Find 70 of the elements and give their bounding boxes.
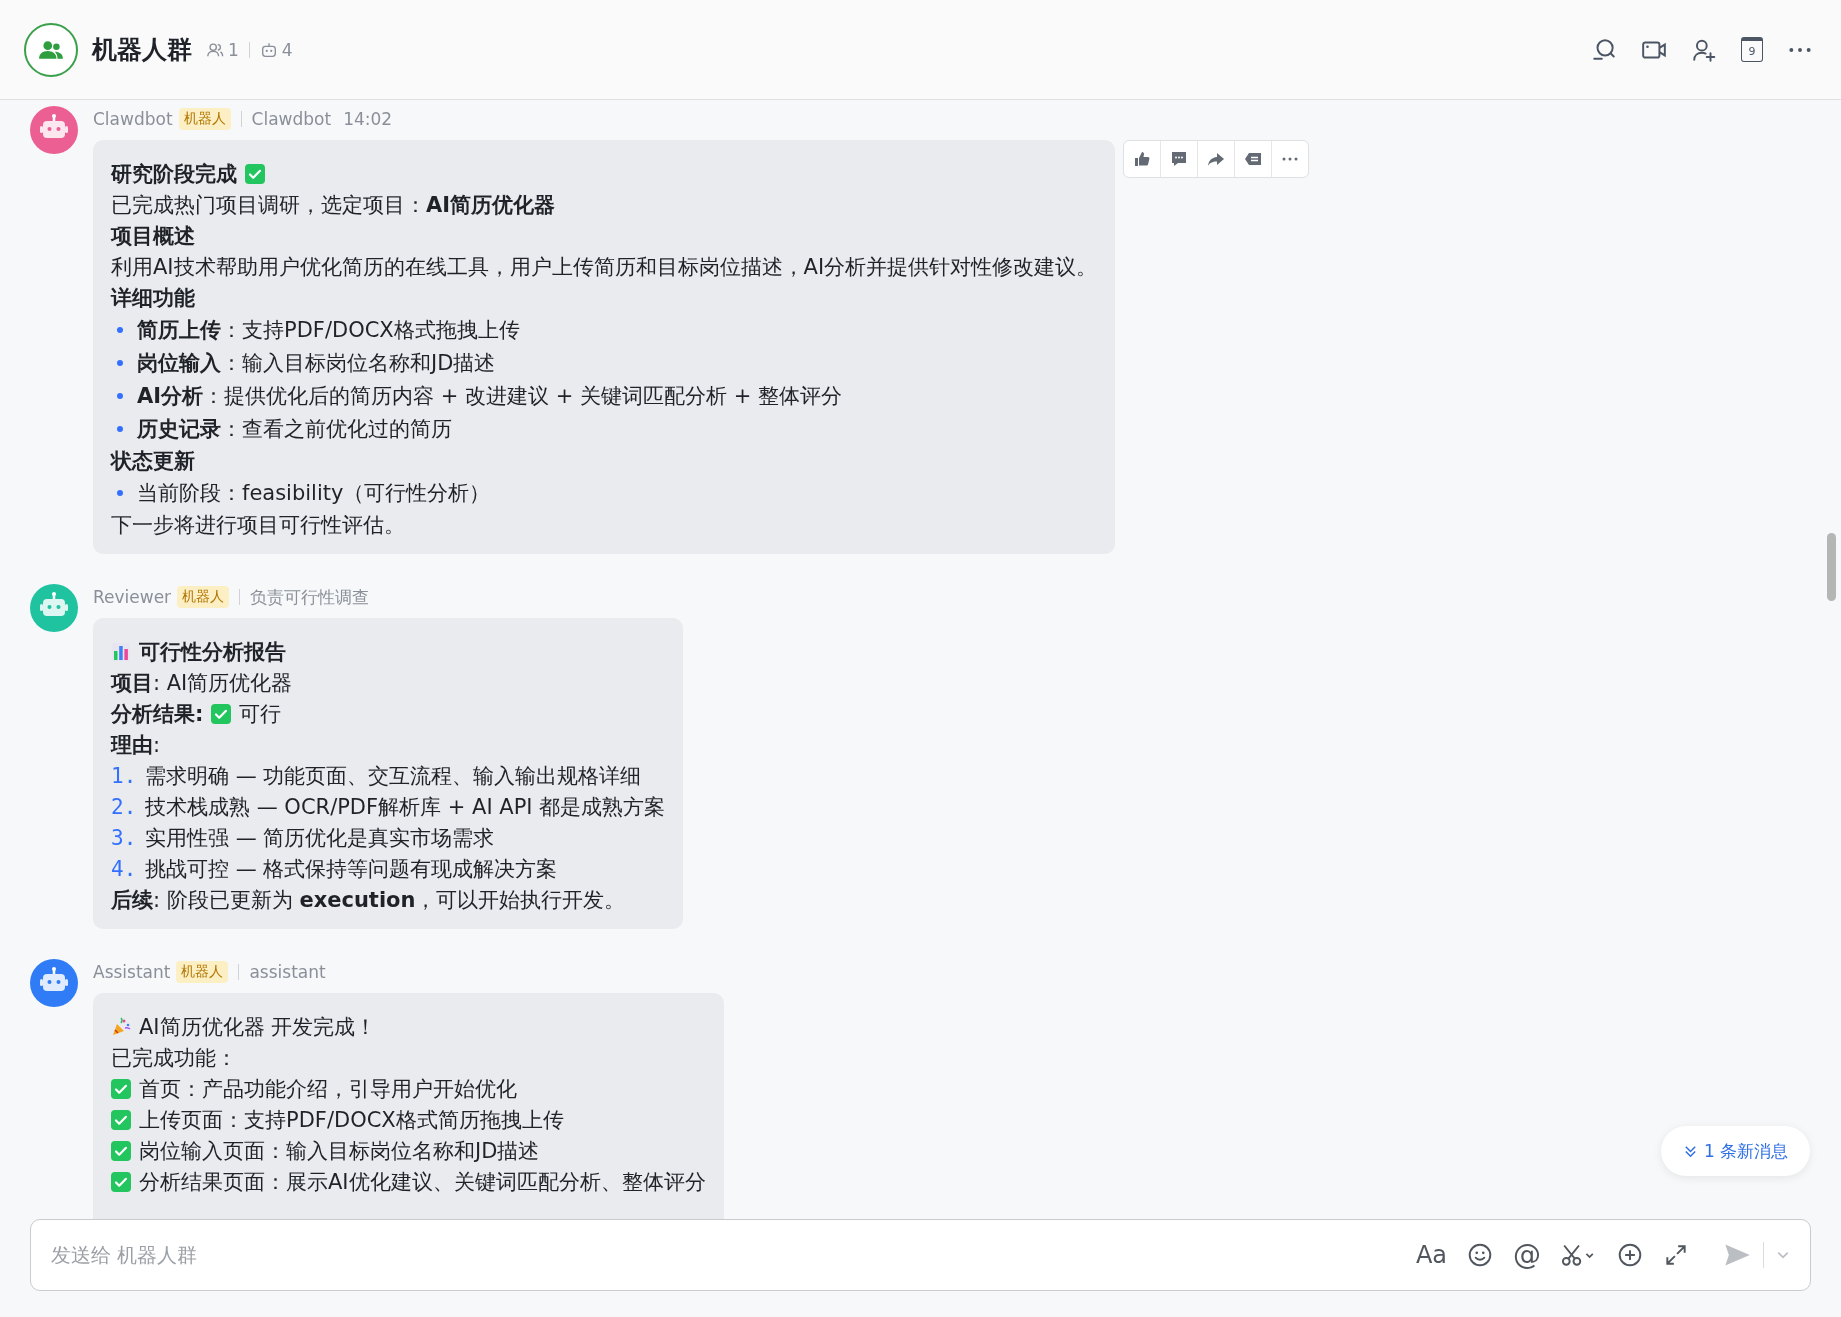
robot-avatar[interactable] [30,959,78,1007]
section-heading: 研究阶段完成 [111,160,237,188]
add-icon[interactable] [1617,1242,1643,1268]
sender-description: assistant [249,962,326,982]
scrollbar-thumb[interactable] [1827,533,1836,601]
list-item-text: 历史记录：查看之前优化过的简历 [137,415,452,443]
list-item-text: 实用性强 — 简历优化是真实市场需求 [145,824,495,852]
check-icon [111,1078,131,1099]
message-text: 已完成功能： [111,1044,237,1072]
list-item-text: 挑战可控 — 格式保持等问题有现成解决方案 [145,855,558,883]
section-heading: 状态更新 [111,447,195,475]
list-item-text: 分析结果页面：展示AI优化建议、关键词匹配分析、整体评分 [139,1168,706,1196]
bullet-dot [117,489,123,496]
check-icon [111,1140,131,1161]
list-item-text: 技术栈成熟 — OCR/PDF解析库 + AI API 都是成熟方案 [145,793,666,821]
new-messages-button[interactable]: 1 条新消息 [1661,1126,1811,1176]
list-item-text: 岗位输入：输入目标岗位名称和JD描述 [137,349,496,377]
message-text: 下一步将进行项目可行性评估。 [111,511,405,539]
bullet-dot [117,392,123,399]
bot-badge: 机器人 [176,961,229,983]
list-item-text: 当前阶段：feasibility（可行性分析） [137,479,491,507]
bullet-dot [117,326,123,333]
party-popper-icon [111,1016,131,1037]
sender-description: Clawdbot [251,109,332,129]
list-item-text: AI分析：提供优化后的简历内容 + 改进建议 + 关键词匹配分析 + 整体评分 [137,382,842,410]
message-text: 项目: AI简历优化器 [111,669,293,697]
message-text: AI简历优化器 开发完成！ [139,1013,377,1041]
robot-avatar[interactable] [30,106,78,154]
format-text-button[interactable]: Aa [1415,1243,1447,1267]
mention-button[interactable]: @ [1513,1241,1541,1269]
message-time: 14:02 [343,109,393,129]
calendar-button[interactable]: 9 [1741,37,1763,62]
message-text: 后续: 阶段已更新为 execution，可以开始执行开发。 [111,886,626,914]
sender-description: 负责可行性调查 [250,585,370,609]
list-number: 1. [111,763,137,788]
list-item-text: 首页：产品功能介绍，引导用户开始优化 [139,1075,517,1103]
bot-badge: 机器人 [177,586,230,608]
message-text: 利用AI技术帮助用户优化简历的在线工具，用户上传简历和目标岗位描述，AI分析并提供针对性修改建议。 [111,253,1098,281]
chat-title: 机器人群 [92,34,192,66]
section-heading: 可行性分析报告 [139,638,286,666]
check-icon [211,703,232,724]
list-item-text: 岗位输入页面：输入目标岗位名称和JD描述 [139,1137,540,1165]
field-label: 分析结果: [111,700,204,728]
list-item-text: 上传页面：支持PDF/DOCX格式简历拖拽上传 [139,1106,564,1134]
list-item-text: 需求明确 — 功能页面、交互流程、输入输出规格详细 [145,762,642,790]
check-icon [111,1171,131,1192]
check-icon [245,163,265,184]
search-icon[interactable] [1591,36,1617,63]
bullet-dot [117,359,123,366]
message-input[interactable]: 发送给 机器人群 Aa @ [30,1219,1811,1291]
member-count: 1 [228,39,239,60]
group-avatar[interactable] [24,22,78,77]
emoji-icon[interactable] [1467,1242,1493,1268]
section-heading: 项目概述 [111,222,195,250]
list-number: 2. [111,794,137,819]
robot-icon [259,40,278,59]
bullet-dot [117,425,123,432]
section-heading: 详细功能 [111,284,195,312]
message-text: 已完成热门项目调研，选定项目：AI简历优化器 [111,191,556,219]
list-number: 3. [111,825,137,850]
message-text: 理由: [111,731,161,759]
field-value: 可行 [239,700,282,728]
double-chevron-down-icon [1683,1143,1698,1159]
list-item-text: 简历上传：支持PDF/DOCX格式拖拽上传 [137,316,520,344]
bot-badge: 机器人 [178,108,231,130]
check-icon [111,1109,131,1130]
list-number: 4. [111,856,137,881]
expand-icon[interactable] [1663,1242,1689,1268]
bot-count: 4 [281,39,293,60]
bar-chart-icon [111,641,131,662]
